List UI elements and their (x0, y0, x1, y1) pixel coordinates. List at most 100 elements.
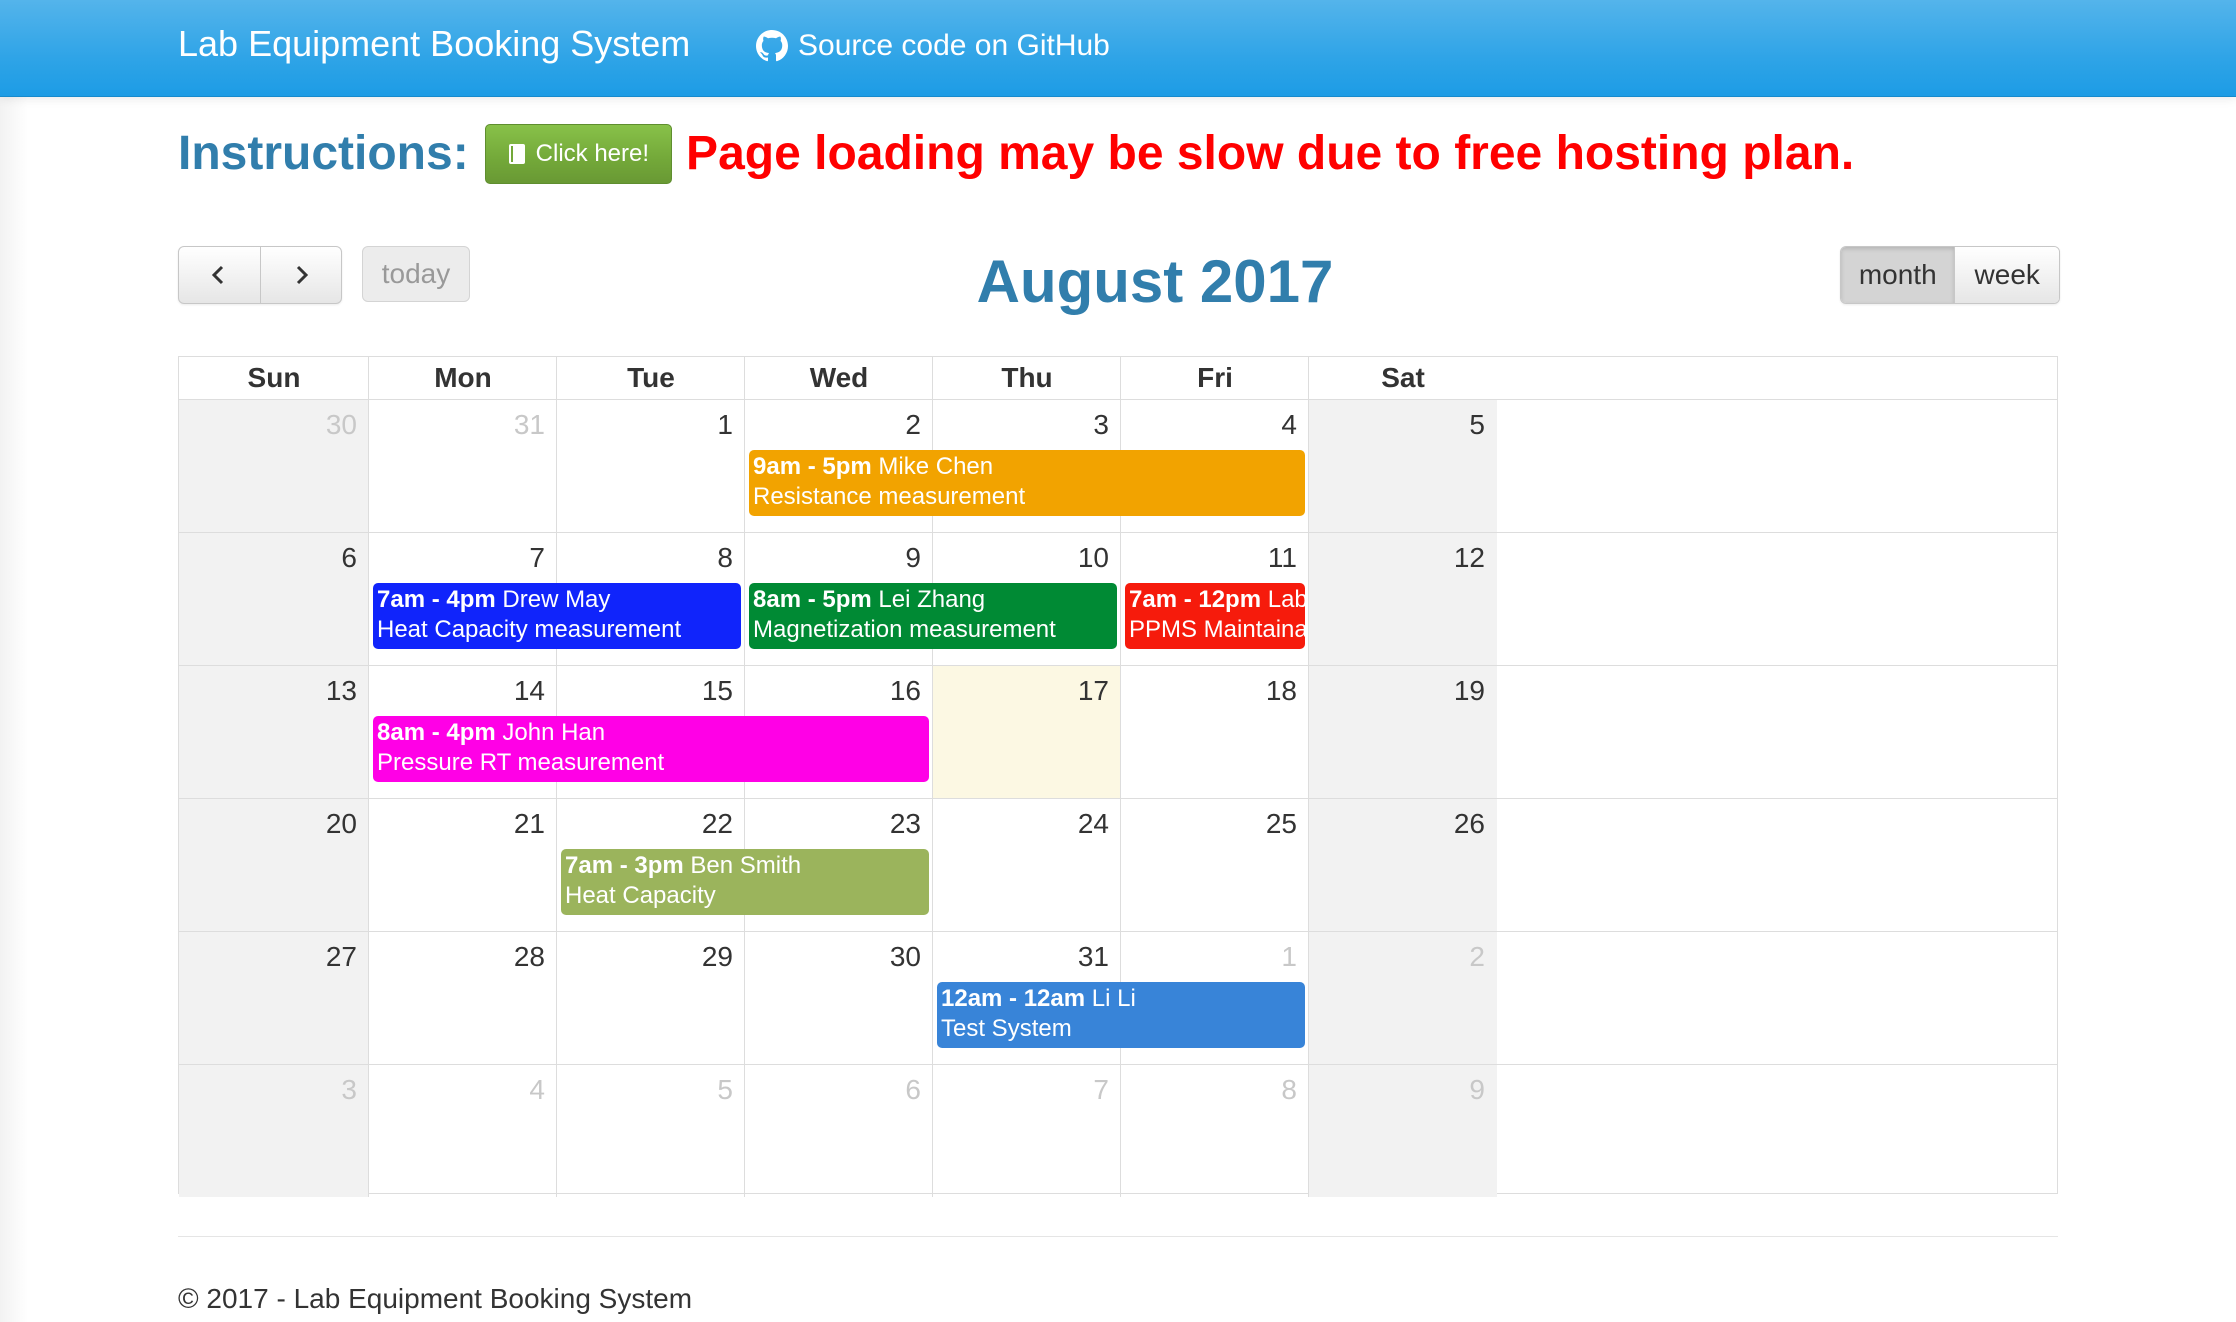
month-calendar-grid: Sun Mon Tue Wed Thu Fri Sat 30 31 1 2 3 4 5 9am - 5pm… (178, 356, 2058, 1197)
weekday-header: Tue (627, 362, 675, 393)
github-link[interactable]: Source code on GitHub (756, 26, 1110, 66)
day-cell[interactable]: 19 (1309, 666, 1497, 798)
day-number: 30 (325, 409, 357, 440)
day-number: 5 (1469, 409, 1485, 440)
calendar-event[interactable]: 7am - 12pm Lab Manager PPMS Maintainance (1125, 583, 1305, 649)
day-number: 26 (1453, 808, 1485, 839)
event-title: PPMS Maintainance (1129, 616, 1305, 643)
view-switcher: month week (1840, 246, 2060, 304)
day-number: 19 (1453, 675, 1485, 706)
today-button[interactable]: today (362, 246, 470, 302)
instructions-label: Instructions: (178, 127, 469, 180)
day-cell[interactable]: 31 (369, 400, 557, 532)
day-number: 22 (701, 808, 733, 839)
day-cell[interactable]: 7 (933, 1065, 1121, 1197)
day-number: 6 (905, 1074, 921, 1105)
day-cell-today[interactable]: 17 (933, 666, 1121, 798)
week-view-button[interactable]: week (1954, 247, 2059, 303)
book-icon (508, 144, 525, 164)
calendar-event[interactable]: 8am - 5pm Lei Zhang Magnetization measure… (749, 583, 1117, 649)
grid-divider (368, 1065, 369, 1197)
day-number: 2 (1469, 941, 1485, 972)
grid-divider (932, 932, 933, 1064)
event-person: Mike Chen (878, 453, 994, 480)
day-cell[interactable]: 21 (369, 799, 557, 931)
footer-divider (178, 1236, 2058, 1237)
calendar-event[interactable]: 12am - 12am Li Li Test System (937, 982, 1305, 1048)
day-cell[interactable]: 29 (557, 932, 745, 1064)
day-cell[interactable]: 3 (179, 1065, 369, 1197)
day-cell[interactable]: 13 (179, 666, 369, 798)
day-cell[interactable]: 5 (1309, 400, 1497, 532)
instructions-button[interactable]: Click here! (484, 124, 673, 184)
grid-divider (1120, 666, 1121, 798)
week-row: 20 21 22 23 24 25 26 7am - 3pm Ben Smith Heat Ca… (179, 799, 2057, 932)
grid-divider (1308, 357, 1309, 399)
chevron-right-icon (296, 265, 308, 285)
day-cell[interactable]: 6 (179, 533, 369, 665)
day-cell[interactable]: 12 (1309, 533, 1497, 665)
day-cell[interactable]: 18 (1121, 666, 1309, 798)
day-cell[interactable]: 6 (745, 1065, 933, 1197)
prev-next-group (178, 246, 342, 304)
weekday-header: Fri (1197, 362, 1233, 393)
event-time: 8am - 5pm (753, 586, 872, 613)
next-month-button[interactable] (259, 247, 342, 303)
day-number: 17 (1077, 675, 1109, 706)
calendar-event[interactable]: 7am - 4pm Drew May Heat Capacity measurem… (373, 583, 741, 649)
day-cell[interactable]: 24 (933, 799, 1121, 931)
navbar-brand[interactable]: Lab Equipment Booking System (178, 22, 690, 66)
week-row: 27 28 29 30 31 1 2 12am - 12am Li Li Test System (179, 932, 2057, 1065)
grid-divider (1308, 799, 1309, 931)
day-number: 1 (717, 409, 733, 440)
day-cell[interactable]: 28 (369, 932, 557, 1064)
day-cell[interactable]: 20 (179, 799, 369, 931)
day-number: 30 (889, 941, 921, 972)
top-navbar: Lab Equipment Booking System Source code… (0, 0, 2236, 97)
day-number: 4 (529, 1074, 545, 1105)
day-cell[interactable]: 8 (1121, 1065, 1309, 1197)
day-cell[interactable]: 30 (179, 400, 369, 532)
grid-divider (368, 533, 369, 665)
calendar-event[interactable]: 7am - 3pm Ben Smith Heat Capacity (561, 849, 929, 915)
grid-divider (556, 357, 557, 399)
grid-divider (556, 400, 557, 532)
day-cell[interactable]: 2 (1309, 932, 1497, 1064)
instructions-row: Instructions: Click here! Page loading m… (178, 122, 1854, 186)
grid-divider (1308, 1065, 1309, 1197)
grid-divider (1120, 1065, 1121, 1197)
day-cell[interactable]: 25 (1121, 799, 1309, 931)
day-cell[interactable]: 30 (745, 932, 933, 1064)
prev-month-button[interactable] (179, 247, 260, 303)
day-number: 12 (1453, 542, 1485, 573)
calendar-event[interactable]: 9am - 5pm Mike Chen Resistance measuremen… (749, 450, 1305, 516)
slow-loading-warning: Page loading may be slow due to free hos… (686, 127, 1855, 180)
day-cell[interactable]: 26 (1309, 799, 1497, 931)
day-number: 20 (325, 808, 357, 839)
day-cell[interactable]: 27 (179, 932, 369, 1064)
grid-divider (1120, 799, 1121, 931)
weekday-header-row: Sun Mon Tue Wed Thu Fri Sat (179, 357, 2057, 400)
event-title: Heat Capacity measurement (377, 616, 682, 643)
event-time: 9am - 5pm (753, 453, 872, 480)
month-view-button[interactable]: month (1841, 247, 1955, 303)
week-row: 13 14 15 16 17 18 19 8am - 4pm John Han Pressure… (179, 666, 2057, 799)
day-number: 25 (1265, 808, 1297, 839)
day-number: 11 (1267, 542, 1297, 573)
day-number: 1 (1281, 941, 1297, 972)
day-number: 9 (1469, 1074, 1485, 1105)
day-cell[interactable]: 9 (1309, 1065, 1497, 1197)
day-number: 7 (1093, 1074, 1109, 1105)
day-number: 3 (1093, 409, 1109, 440)
day-number: 21 (513, 808, 545, 839)
footer-copyright: © 2017 - Lab Equipment Booking System (178, 1283, 693, 1314)
day-cell[interactable]: 1 (557, 400, 745, 532)
calendar-event[interactable]: 8am - 4pm John Han Pressure RT measuremen… (373, 716, 929, 782)
event-title: Resistance measurement (753, 483, 1026, 510)
grid-divider (368, 932, 369, 1064)
event-person: Lei Zhang (878, 586, 986, 613)
event-person: John Han (502, 719, 606, 746)
grid-divider (932, 357, 933, 399)
day-cell[interactable]: 4 (369, 1065, 557, 1197)
day-cell[interactable]: 5 (557, 1065, 745, 1197)
